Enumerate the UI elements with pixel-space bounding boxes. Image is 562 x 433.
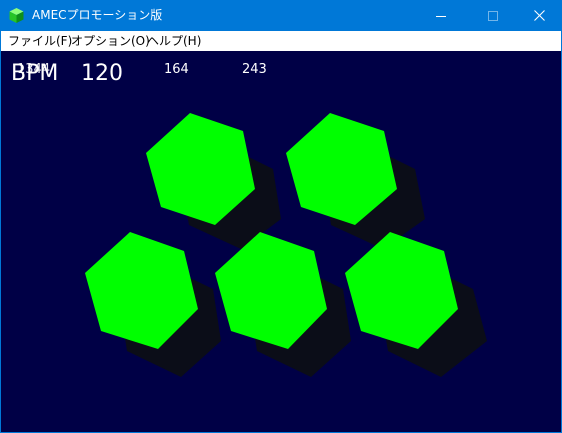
bpm-value: 120 — [81, 61, 123, 86]
menu-options[interactable]: オプション(O) — [71, 33, 150, 49]
app-window: AMECプロモーション版 ファイル(F) オプション(O) ヘルプ(H) 134… — [0, 0, 562, 433]
green-cube-icon — [8, 7, 25, 24]
menu-help[interactable]: ヘルプ(H) — [147, 33, 201, 49]
window-title: AMECプロモーション版 — [32, 8, 163, 22]
hexagon-scene — [85, 113, 487, 377]
minimize-icon — [436, 6, 446, 25]
counter-value-2: 164 — [164, 62, 189, 77]
maximize-icon — [488, 6, 498, 25]
menu-file[interactable]: ファイル(F) — [8, 33, 72, 49]
bpm-label: BPM — [11, 61, 59, 86]
close-icon — [533, 6, 545, 25]
close-button[interactable] — [516, 0, 562, 31]
counter-value-3: 243 — [242, 62, 267, 77]
maximize-button[interactable] — [470, 0, 516, 31]
game-canvas[interactable]: 1344 BPM 120 164 243 — [1, 51, 561, 432]
title-bar[interactable]: AMECプロモーション版 — [0, 0, 562, 31]
minimize-button[interactable] — [418, 0, 464, 31]
menu-bar: ファイル(F) オプション(O) ヘルプ(H) — [1, 31, 561, 51]
